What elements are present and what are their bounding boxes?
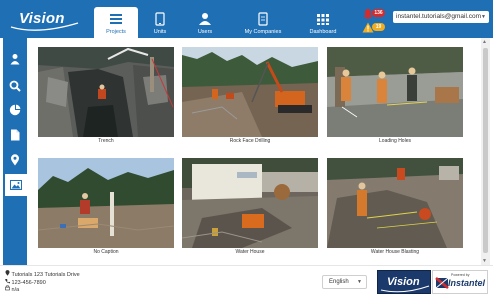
instantel-flag-icon	[435, 277, 449, 289]
sidebar-item-users[interactable]	[3, 48, 27, 70]
sidebar-item-analytics[interactable]	[3, 99, 27, 121]
powered-by-label: Powered by	[451, 273, 470, 277]
document-icon	[258, 12, 268, 26]
footer-brand-name: Vision	[387, 276, 420, 288]
fax-icon	[5, 285, 10, 291]
photo-card[interactable]: Loading Holes	[327, 47, 463, 144]
tab-units[interactable]: Units	[138, 7, 182, 38]
tab-dashboard-label: Dashboard	[309, 29, 337, 35]
map-pin-icon	[5, 270, 10, 276]
photo-card[interactable]: Rock Face Drilling	[182, 47, 318, 144]
photo-water-house	[182, 158, 318, 248]
search-icon	[9, 80, 21, 92]
footer-fax-text: n/a	[11, 287, 20, 293]
brand-name: Vision	[19, 10, 65, 27]
tab-users-label: Users	[197, 29, 213, 35]
vision-logo[interactable]: Vision	[8, 5, 81, 33]
photo-caption: Trench	[98, 138, 114, 144]
photo-water-house-blasting	[327, 158, 463, 248]
photo-card[interactable]: No Caption	[38, 158, 174, 255]
photo-caption: Loading Holes	[379, 138, 411, 144]
image-icon	[10, 180, 22, 190]
tab-my-companies[interactable]: My Companies	[228, 7, 298, 38]
user-account-dropdown[interactable]: instantel.tutorials@gmail.com ▼	[393, 11, 489, 23]
photo-card[interactable]: Water House Blasting	[327, 158, 463, 255]
chevron-down-icon: ▼	[481, 14, 486, 20]
footer-fax: n/a	[5, 285, 19, 294]
user-email: instantel.tutorials@gmail.com	[396, 13, 481, 20]
list-icon	[110, 14, 122, 24]
tab-projects-label: Projects	[106, 29, 126, 35]
alerts-area: 136 19	[362, 8, 392, 36]
tab-my-companies-label: My Companies	[244, 29, 282, 35]
photo-caption: Water House Blasting	[370, 249, 420, 255]
vision-footer-logo[interactable]: Vision	[377, 270, 431, 294]
photo-no-caption	[38, 158, 174, 248]
user-icon	[199, 13, 211, 25]
user-icon	[10, 54, 20, 65]
tab-users[interactable]: Users	[182, 7, 228, 38]
scroll-down-arrow-icon[interactable]: ▼	[482, 258, 487, 264]
instantel-brand-name: Instantel	[448, 278, 486, 288]
phone-icon	[5, 279, 10, 284]
file-icon	[11, 129, 20, 141]
warnings-badge: 19	[372, 23, 385, 31]
photo-card[interactable]: Trench	[38, 47, 174, 144]
vertical-scrollbar[interactable]: ▲ ▼	[481, 38, 490, 265]
scroll-thumb[interactable]	[483, 48, 488, 253]
map-pin-icon	[11, 154, 19, 166]
pie-chart-icon	[9, 104, 21, 116]
scroll-up-arrow-icon[interactable]: ▲	[482, 39, 487, 45]
photo-caption: Rock Face Drilling	[229, 138, 271, 144]
photo-gallery: Trench Rock Face Drilling Loading Holes …	[30, 38, 478, 264]
language-select[interactable]: English ▼	[322, 275, 367, 289]
photo-loading-holes	[327, 47, 463, 137]
tab-projects[interactable]: Projects	[94, 7, 138, 38]
photo-caption: No Caption	[93, 249, 119, 255]
photo-card[interactable]: Water House	[182, 158, 318, 255]
app-root: Vision Projects Units Users My Companies…	[0, 0, 493, 297]
photo-caption: Water House	[235, 249, 265, 255]
sidebar-item-search[interactable]	[3, 75, 27, 97]
photo-rock-face-drilling	[182, 47, 318, 137]
language-value: English	[329, 279, 349, 285]
project-sidebar	[3, 38, 27, 265]
sidebar-item-documents[interactable]	[3, 124, 27, 146]
grid-icon	[317, 14, 329, 25]
top-header: Vision Projects Units Users My Companies…	[0, 0, 493, 38]
notifications-badge: 136	[372, 9, 385, 17]
main-nav: Projects Units Users My Companies Dashbo…	[94, 7, 348, 38]
photo-trench	[38, 47, 174, 137]
sidebar-item-photos[interactable]	[5, 174, 27, 196]
tablet-icon	[155, 12, 165, 26]
tab-dashboard[interactable]: Dashboard	[298, 7, 348, 38]
chevron-down-icon: ▼	[357, 279, 362, 285]
page-footer: Tutorials 123 Tutorials Drive 123-456-78…	[0, 265, 493, 297]
sidebar-item-locations[interactable]	[3, 149, 27, 171]
tab-units-label: Units	[153, 29, 167, 35]
instantel-footer-logo[interactable]: Powered by Instantel	[432, 270, 488, 294]
